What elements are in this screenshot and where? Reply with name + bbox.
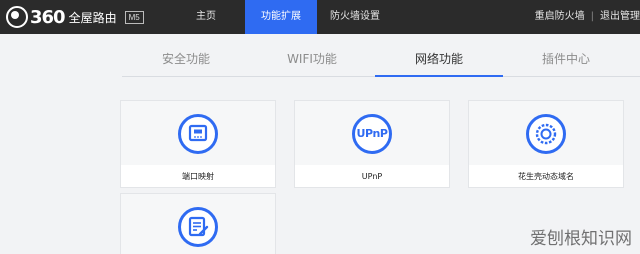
upnp-icon-text: UPnP [356,127,388,140]
nav-home[interactable]: 主页 [178,0,234,34]
card-icon-area [121,101,275,165]
logo-text: 全屋路由 [68,10,117,25]
card-upnp[interactable]: UPnP UPnP [294,100,450,188]
header-separator: | [590,11,594,22]
nav-firewall-settings[interactable]: 防火墙设置 [318,0,392,34]
card-icon-area [121,194,275,254]
logout-link[interactable]: 退出管理 [600,11,640,22]
restart-firewall-link[interactable]: 重启防火墙 [535,11,585,22]
logo-icon [6,6,28,28]
nav-extensions[interactable]: 功能扩展 [245,0,317,34]
card-ddns[interactable]: 花生壳动态域名 [468,100,624,188]
tab-network[interactable]: 网络功能 [375,43,503,77]
tab-security[interactable]: 安全功能 [122,43,250,77]
edit-document-icon [178,207,218,247]
sub-tabs: 安全功能 WIFI功能 网络功能 插件中心 [122,43,640,77]
logo-number: 360 [30,6,66,28]
tab-plugins[interactable]: 插件中心 [502,43,630,77]
card-label: 端口映射 [182,172,214,181]
ddns-icon [526,114,566,154]
card-label: UPnP [361,172,383,181]
card-icon-area [469,101,623,165]
card-port-mapping[interactable]: 端口映射 [120,100,276,188]
watermark: 爱刨根知识网 [530,229,632,249]
port-icon [178,114,218,154]
card-icon-area: UPnP [295,101,449,165]
model-badge: M5 [124,10,144,24]
tab-wifi[interactable]: WIFI功能 [248,43,376,77]
card-edit[interactable] [120,193,276,254]
brand-logo[interactable]: 360 全屋路由 M5 [6,6,144,28]
top-bar: 360 全屋路由 M5 主页 功能扩展 防火墙设置 重启防火墙 | 退出管理 [0,0,640,34]
upnp-icon: UPnP [352,114,392,154]
card-label: 花生壳动态域名 [518,172,574,181]
header-actions: 重启防火墙 | 退出管理 [535,0,640,34]
